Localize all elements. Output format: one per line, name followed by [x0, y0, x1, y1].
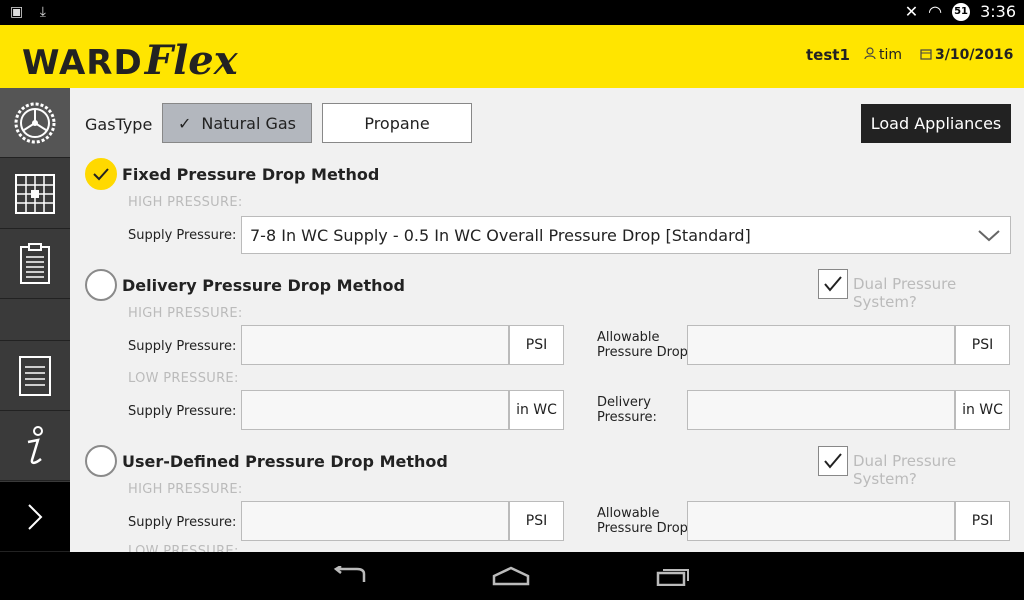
- grid-icon: [15, 174, 55, 214]
- user-defined-high-pressure-heading: HIGH PRESSURE:: [128, 482, 243, 497]
- sidebar-spacer: [0, 299, 70, 341]
- user-defined-method-radio[interactable]: [85, 445, 117, 477]
- app-header: WARDFlex test1 tim 3/10/2016: [0, 25, 1024, 88]
- user-defined-allowable-label: Allowable Pressure Drop:: [597, 506, 692, 536]
- logo-flex: Flex: [144, 37, 238, 84]
- logo-ward: WARD: [22, 43, 143, 83]
- user-defined-allowable-unit: PSI: [955, 501, 1010, 541]
- wardflex-logo: WARDFlex: [22, 37, 238, 84]
- current-user[interactable]: tim: [864, 47, 902, 63]
- sidebar-expand-button[interactable]: [0, 482, 70, 552]
- delivery-line-2: Pressure:: [597, 410, 657, 425]
- ud-allowable-line-2: Pressure Drop:: [597, 521, 693, 536]
- wifi-icon: ◠: [928, 2, 943, 21]
- gastype-label: GasType: [85, 115, 153, 134]
- delivery-line-1: Delivery: [597, 395, 651, 410]
- user-defined-supply-label: Supply Pressure:: [128, 515, 237, 530]
- check-icon: [824, 276, 842, 292]
- delivery-pressure-unit: in WC: [955, 390, 1010, 430]
- chevron-down-icon: [978, 230, 1000, 242]
- fixed-method-radio[interactable]: [85, 158, 117, 190]
- propane-label: Propane: [364, 113, 430, 133]
- pressure-settings-panel: GasType ✓ Natural Gas Propane Load Applia…: [70, 88, 1024, 552]
- fixed-method-title: Fixed Pressure Drop Method: [122, 165, 380, 184]
- fixed-high-pressure-heading: HIGH PRESSURE:: [128, 195, 243, 210]
- date-value: 3/10/2016: [935, 47, 1014, 63]
- delivery-allowable-unit: PSI: [955, 325, 1010, 365]
- calendar-icon: [920, 49, 932, 60]
- sidebar-item-layout[interactable]: [0, 159, 70, 229]
- check-icon: [824, 453, 842, 469]
- sidebar-item-info[interactable]: [0, 411, 70, 481]
- delivery-method-radio[interactable]: [85, 269, 117, 301]
- delivery-low-supply-label: Supply Pressure:: [128, 404, 237, 419]
- natural-gas-label: Natural Gas: [201, 113, 297, 133]
- delivery-high-supply-input[interactable]: [241, 325, 509, 365]
- gear-icon: [14, 102, 56, 144]
- delivery-allowable-label: Allowable Pressure Drop:: [597, 330, 692, 360]
- user-icon: [864, 47, 876, 60]
- delivery-method-title: Delivery Pressure Drop Method: [122, 276, 405, 295]
- allowable-line-2: Pressure Drop:: [597, 345, 693, 360]
- sidebar: [0, 88, 70, 552]
- fixed-supply-label: Supply Pressure:: [128, 228, 237, 243]
- mute-icon: ✕: [904, 2, 919, 21]
- sidebar-item-checklist[interactable]: [0, 229, 70, 299]
- user-defined-supply-unit: PSI: [509, 501, 564, 541]
- supply-pressure-select[interactable]: 7-8 In WC Supply - 0.5 In WC Overall Pre…: [241, 216, 1011, 254]
- delivery-allowable-input[interactable]: [687, 325, 955, 365]
- gastype-natural-gas-button[interactable]: ✓ Natural Gas: [162, 103, 312, 143]
- clock: 3:36: [980, 2, 1016, 21]
- delivery-low-supply-unit: in WC: [509, 390, 564, 430]
- delivery-low-supply-input[interactable]: [241, 390, 509, 430]
- user-defined-dual-pressure-checkbox[interactable]: [818, 446, 848, 476]
- chevron-right-icon: [28, 504, 43, 530]
- delivery-pressure-label: Delivery Pressure:: [597, 395, 657, 425]
- download-notification-icon: ⤓: [39, 4, 46, 20]
- document-icon: [19, 356, 51, 396]
- load-appliances-button[interactable]: Load Appliances: [861, 104, 1011, 143]
- battery-icon: 51: [952, 2, 971, 21]
- image-notification-icon: ▣: [10, 4, 24, 20]
- project-name[interactable]: test1: [806, 46, 850, 64]
- sidebar-item-settings[interactable]: [0, 88, 70, 158]
- ud-allowable-line-1: Allowable: [597, 506, 660, 521]
- user-defined-dual-pressure-label: Dual Pressure System?: [853, 452, 957, 488]
- gastype-propane-button[interactable]: Propane: [322, 103, 472, 143]
- back-icon[interactable]: [331, 566, 367, 586]
- delivery-low-pressure-heading: LOW PRESSURE:: [128, 371, 239, 386]
- allowable-line-1: Allowable: [597, 330, 660, 345]
- supply-pressure-value: 7-8 In WC Supply - 0.5 In WC Overall Pre…: [250, 225, 751, 245]
- delivery-high-pressure-heading: HIGH PRESSURE:: [128, 306, 243, 321]
- user-defined-supply-input[interactable]: [241, 501, 509, 541]
- delivery-pressure-input[interactable]: [687, 390, 955, 430]
- notification-icons: ▣ ⤓: [10, 4, 46, 20]
- user-defined-method-title: User-Defined Pressure Drop Method: [122, 452, 448, 471]
- current-date: 3/10/2016: [920, 47, 1013, 63]
- info-icon: [27, 426, 43, 465]
- status-bar: ▣ ⤓ ✕ ◠ 51 3:36: [0, 0, 1024, 25]
- check-icon: ✓: [177, 113, 192, 133]
- recent-apps-icon[interactable]: [656, 566, 692, 586]
- delivery-dual-pressure-label: Dual Pressure System?: [853, 275, 957, 311]
- system-navigation-bar: [0, 552, 1024, 600]
- user-defined-low-pressure-heading: LOW PRESSURE:: [128, 544, 239, 552]
- delivery-high-supply-unit: PSI: [509, 325, 564, 365]
- check-icon: [93, 168, 109, 181]
- home-icon[interactable]: [492, 566, 530, 586]
- system-tray: ✕ ◠ 51 3:36: [905, 2, 1016, 21]
- user-defined-allowable-input[interactable]: [687, 501, 955, 541]
- user-name: tim: [879, 47, 903, 63]
- sidebar-item-report[interactable]: [0, 341, 70, 411]
- delivery-dual-pressure-checkbox[interactable]: [818, 269, 848, 299]
- delivery-high-supply-label: Supply Pressure:: [128, 339, 237, 354]
- clipboard-icon: [20, 243, 50, 284]
